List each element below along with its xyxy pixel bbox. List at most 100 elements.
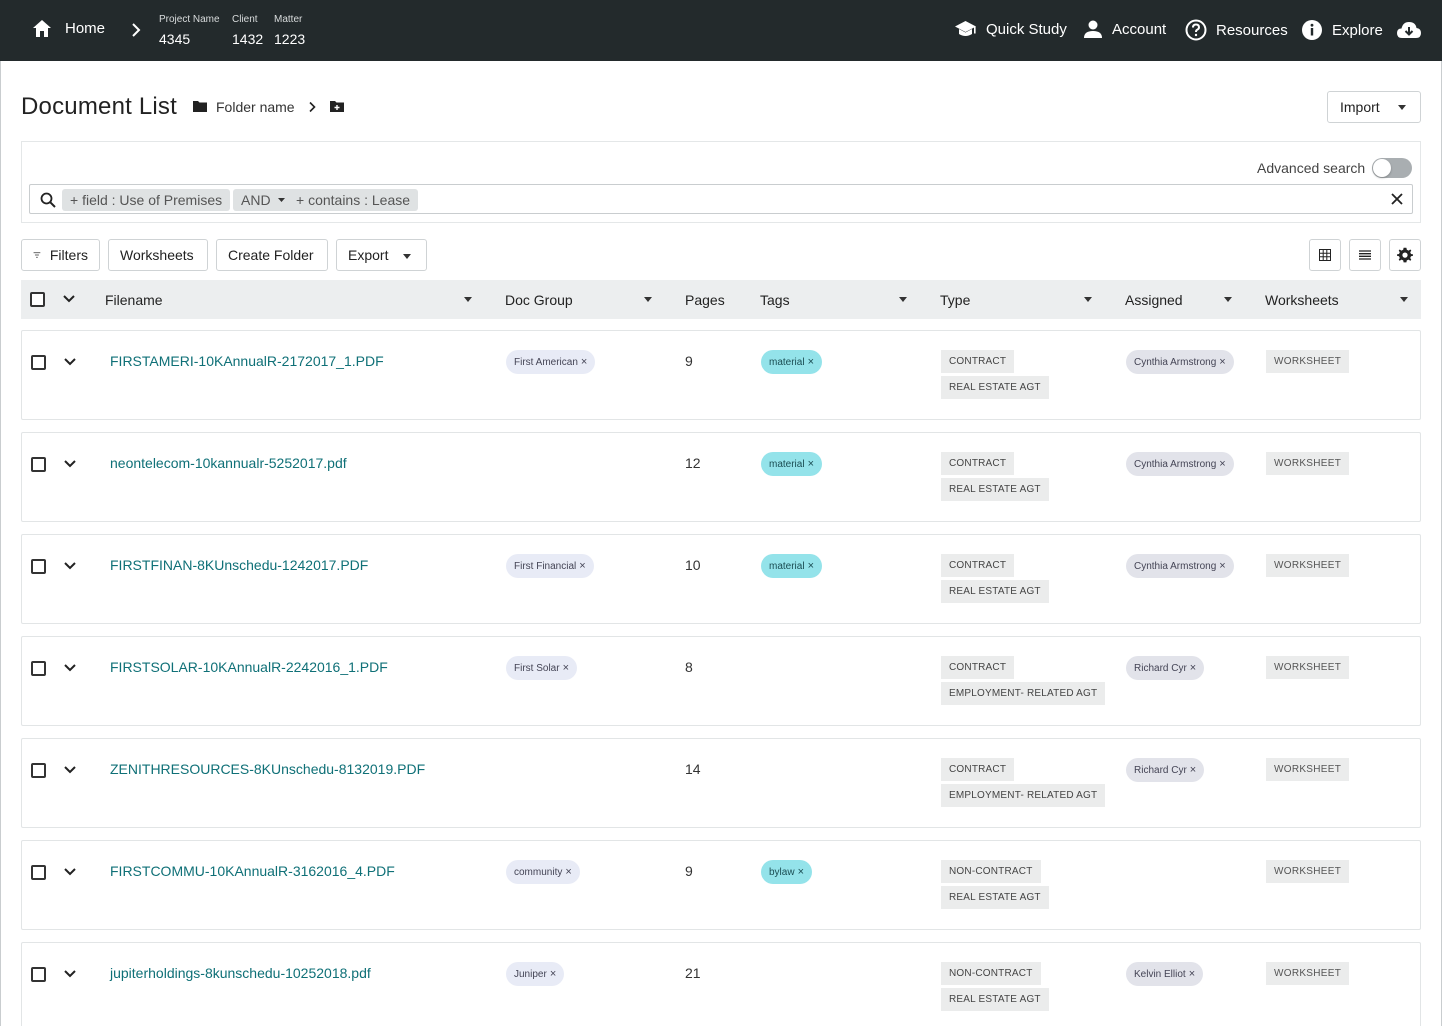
type-label-primary: CONTRACT	[941, 350, 1015, 373]
expand-row-chevron-icon[interactable]	[64, 562, 76, 570]
expand-row-chevron-icon[interactable]	[64, 970, 76, 978]
column-header-tags[interactable]: Tags	[760, 292, 790, 308]
expand-row-chevron-icon[interactable]	[64, 868, 76, 876]
import-button[interactable]: Import	[1327, 91, 1421, 123]
page-count: 10	[685, 557, 701, 573]
column-header-filename[interactable]: Filename	[105, 292, 163, 308]
worksheet-badge[interactable]: WORKSHEET	[1266, 452, 1350, 475]
query-chip-contains[interactable]: + contains : Lease	[288, 189, 419, 211]
worksheet-badge[interactable]: WORKSHEET	[1266, 758, 1350, 781]
worksheet-badge[interactable]: WORKSHEET	[1266, 554, 1350, 577]
sort-caret-icon[interactable]	[464, 297, 472, 302]
gear-icon	[1397, 247, 1413, 263]
filename-link[interactable]: ZENITHRESOURCES-8KUnschedu-8132019.PDF	[110, 761, 425, 777]
remove-assignee-icon[interactable]: ×	[1219, 458, 1225, 470]
remove-doc-group-icon[interactable]: ×	[565, 866, 571, 878]
sort-caret-icon[interactable]	[644, 297, 652, 302]
expand-row-chevron-icon[interactable]	[64, 460, 76, 468]
row-checkbox[interactable]	[31, 559, 46, 574]
filename-link[interactable]: neontelecom-10kannualr-5252017.pdf	[110, 455, 347, 471]
expand-row-chevron-icon[interactable]	[64, 766, 76, 774]
grid-view-button[interactable]	[1309, 239, 1341, 271]
remove-assignee-icon[interactable]: ×	[1189, 968, 1195, 980]
type-label-primary: CONTRACT	[941, 656, 1015, 679]
remove-tag-icon[interactable]: ×	[808, 356, 814, 368]
column-header-assigned[interactable]: Assigned	[1125, 292, 1183, 308]
doc-group-pill: community ×	[506, 860, 580, 884]
remove-doc-group-icon[interactable]: ×	[550, 968, 556, 980]
doc-group-label: Juniper	[514, 968, 547, 980]
search-input[interactable]: + field : Use of Premises AND + contains…	[29, 184, 1413, 214]
doc-group-pill: First Solar ×	[506, 656, 577, 680]
breadcrumb-folder[interactable]: Folder name	[216, 99, 295, 115]
filename-link[interactable]: FIRSTFINAN-8KUnschedu-1242017.PDF	[110, 557, 368, 573]
worksheet-badge[interactable]: WORKSHEET	[1266, 656, 1350, 679]
row-checkbox[interactable]	[31, 457, 46, 472]
explore-link[interactable]: Explore	[1301, 19, 1383, 41]
home-link[interactable]: Home	[32, 19, 105, 38]
advanced-search-toggle[interactable]	[1372, 158, 1412, 178]
create-folder-button[interactable]: Create Folder	[216, 239, 328, 271]
column-header-pages[interactable]: Pages	[685, 292, 725, 308]
remove-assignee-icon[interactable]: ×	[1219, 560, 1225, 572]
doc-group-pill: First American ×	[506, 350, 596, 374]
row-checkbox[interactable]	[31, 865, 46, 880]
tag-pill: material ×	[761, 452, 823, 476]
row-checkbox[interactable]	[31, 355, 46, 370]
filename-link[interactable]: FIRSTCOMMU-10KAnnualR-3162016_4.PDF	[110, 863, 395, 879]
row-checkbox[interactable]	[31, 763, 46, 778]
sort-caret-icon[interactable]	[1400, 297, 1408, 302]
query-chip-field[interactable]: + field : Use of Premises	[62, 189, 231, 211]
cloud-download-icon[interactable]	[1396, 20, 1422, 40]
folder-plus-icon[interactable]	[330, 100, 344, 112]
close-icon[interactable]	[1391, 193, 1403, 205]
expand-all-chevron-icon[interactable]	[63, 295, 75, 303]
remove-doc-group-icon[interactable]: ×	[581, 356, 587, 368]
settings-button[interactable]	[1389, 239, 1421, 271]
quick-study-label: Quick Study	[986, 20, 1067, 38]
filename-link[interactable]: FIRSTAMERI-10KAnnualR-2172017_1.PDF	[110, 353, 384, 369]
expand-row-chevron-icon[interactable]	[64, 358, 76, 366]
filename-link[interactable]: FIRSTSOLAR-10KAnnualR-2242016_1.PDF	[110, 659, 388, 675]
page-count: 9	[685, 863, 693, 879]
column-header-worksheets[interactable]: Worksheets	[1265, 292, 1339, 308]
remove-doc-group-icon[interactable]: ×	[579, 560, 585, 572]
sort-caret-icon[interactable]	[1224, 297, 1232, 302]
breadcrumb-chevron-icon	[132, 23, 141, 37]
chevron-right-icon	[309, 101, 316, 113]
remove-tag-icon[interactable]: ×	[798, 866, 804, 878]
remove-assignee-icon[interactable]: ×	[1219, 356, 1225, 368]
filename-link[interactable]: jupiterholdings-8kunschedu-10252018.pdf	[110, 965, 371, 981]
worksheet-badge[interactable]: WORKSHEET	[1266, 962, 1350, 985]
quick-study-link[interactable]: Quick Study	[954, 19, 1067, 39]
page-count: 21	[685, 965, 701, 981]
row-checkbox[interactable]	[31, 967, 46, 982]
column-header-type[interactable]: Type	[940, 292, 970, 308]
project-name-value: 4345	[159, 31, 191, 47]
account-link[interactable]: Account	[1083, 19, 1166, 39]
remove-tag-icon[interactable]: ×	[808, 458, 814, 470]
remove-tag-icon[interactable]: ×	[808, 560, 814, 572]
resources-link[interactable]: Resources	[1185, 19, 1288, 41]
caret-down-icon	[1398, 105, 1406, 110]
sort-caret-icon[interactable]	[1084, 297, 1092, 302]
client-value: 1432	[232, 31, 264, 47]
worksheets-button[interactable]: Worksheets	[108, 239, 208, 271]
worksheet-badge[interactable]: WORKSHEET	[1266, 350, 1350, 373]
row-checkbox[interactable]	[31, 661, 46, 676]
select-all-checkbox[interactable]	[30, 292, 45, 307]
sort-caret-icon[interactable]	[899, 297, 907, 302]
query-operator-and[interactable]: AND	[233, 189, 293, 211]
type-label-primary: CONTRACT	[941, 452, 1015, 475]
column-header-doc-group[interactable]: Doc Group	[505, 292, 573, 308]
remove-doc-group-icon[interactable]: ×	[563, 662, 569, 674]
type-label-secondary: EMPLOYMENT- RELATED AGT	[941, 784, 1106, 807]
worksheet-badge[interactable]: WORKSHEET	[1266, 860, 1350, 883]
expand-row-chevron-icon[interactable]	[64, 664, 76, 672]
remove-assignee-icon[interactable]: ×	[1190, 764, 1196, 776]
doc-group-pill: First Financial ×	[506, 554, 594, 578]
remove-assignee-icon[interactable]: ×	[1190, 662, 1196, 674]
list-view-button[interactable]	[1349, 239, 1381, 271]
export-button[interactable]: Export	[336, 239, 427, 271]
filters-button[interactable]: Filters	[21, 239, 100, 271]
